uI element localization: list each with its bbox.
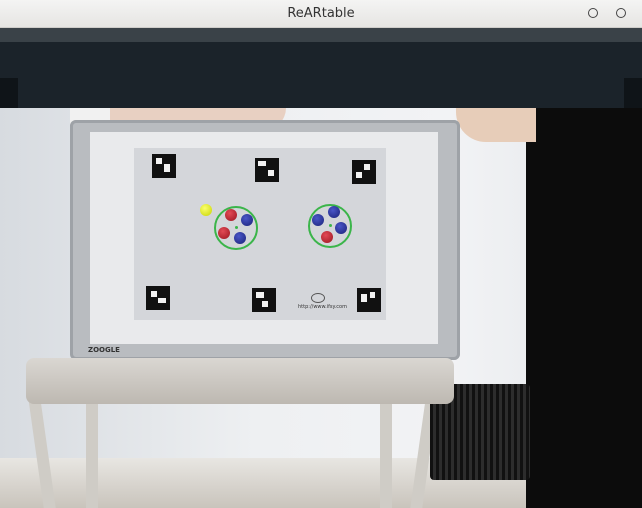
overlay-edge-right bbox=[624, 78, 642, 108]
fiducial-marker bbox=[252, 288, 276, 312]
minimize-button[interactable] bbox=[588, 8, 598, 18]
close-button[interactable] bbox=[616, 8, 626, 18]
blue-token[interactable] bbox=[234, 232, 246, 244]
fiducial-marker bbox=[352, 160, 376, 184]
ring-center-dot bbox=[329, 224, 332, 227]
blue-token[interactable] bbox=[312, 214, 324, 226]
window-title: ReARtable bbox=[287, 6, 355, 21]
red-token[interactable] bbox=[321, 231, 333, 243]
board-brand-label: ZOOGLE bbox=[88, 346, 120, 354]
red-token[interactable] bbox=[218, 227, 230, 239]
blue-token[interactable] bbox=[335, 222, 347, 234]
red-token[interactable] bbox=[225, 209, 237, 221]
top-band bbox=[0, 28, 642, 42]
fiducial-marker bbox=[357, 288, 381, 312]
yellow-token[interactable] bbox=[200, 204, 212, 216]
overlay-edge-left bbox=[0, 78, 18, 108]
overlay-panel bbox=[0, 42, 642, 78]
blue-token[interactable] bbox=[241, 214, 253, 226]
sheet-url: http://www.ifsy.com bbox=[298, 304, 347, 310]
camera-feed[interactable]: ZOOGLE http://www.ifsy.com bbox=[0, 28, 642, 508]
fiducial-marker bbox=[255, 158, 279, 182]
fiducial-marker bbox=[152, 154, 176, 178]
blue-token[interactable] bbox=[328, 206, 340, 218]
overlay-panel-lower bbox=[18, 78, 624, 108]
easel-leg bbox=[86, 398, 98, 508]
fiducial-marker bbox=[146, 286, 170, 310]
sheet-logo bbox=[311, 293, 325, 303]
window-title-bar[interactable]: ReARtable bbox=[0, 0, 642, 28]
ring-center-dot bbox=[235, 226, 238, 229]
whiteboard-tray bbox=[26, 358, 454, 404]
easel-leg bbox=[380, 398, 392, 508]
dark-background-region bbox=[526, 108, 642, 508]
